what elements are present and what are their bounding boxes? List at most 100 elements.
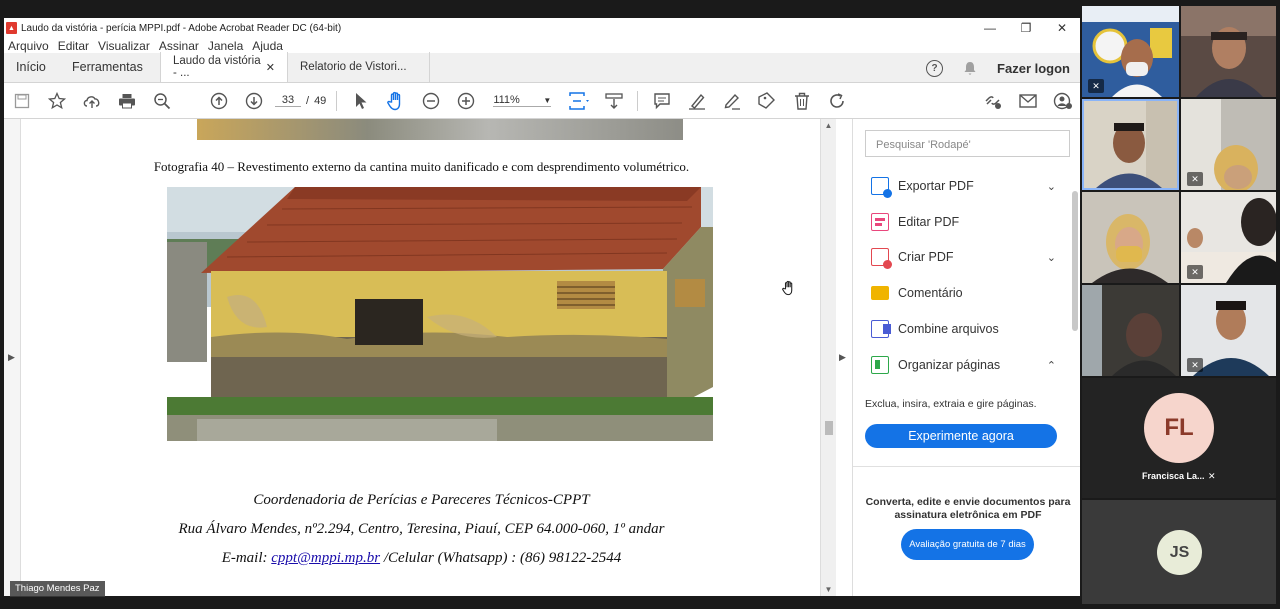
footer-organization: Coordenadoria de Perícias e Pareceres Té… xyxy=(253,492,590,508)
try-now-button[interactable]: Experimente agora xyxy=(865,424,1057,448)
organize-pages-description: Exclua, insira, extraia e gire páginas. xyxy=(865,398,1037,410)
menu-bar: Arquivo Editar Visualizar Assinar Janela… xyxy=(4,38,1080,53)
comment-icon[interactable] xyxy=(644,83,679,119)
menu-arquivo[interactable]: Arquivo xyxy=(8,39,49,53)
zoom-search-icon[interactable] xyxy=(144,83,179,119)
menu-visualizar[interactable]: Visualizar xyxy=(98,39,150,53)
tool-comment[interactable]: Comentário xyxy=(871,282,1056,304)
presenter-name-tag: Thiago Mendes Paz xyxy=(10,581,105,597)
muted-mic-icon: ✕ xyxy=(1187,265,1203,279)
minimize-button[interactable]: — xyxy=(972,18,1008,38)
fill-sign-icon[interactable] xyxy=(749,83,784,119)
avatar-fl: FL xyxy=(1144,393,1214,463)
previous-page-icon[interactable] xyxy=(201,83,236,119)
tool-combine-files[interactable]: Combine arquivos xyxy=(871,318,1056,340)
pdf-page: Fotografia 40 – Revestimento externo da … xyxy=(20,119,821,596)
footer-contact: E-mail: cppt@mppi.mp.br /Celular (Whatsa… xyxy=(21,550,820,567)
video-tile-2[interactable] xyxy=(1181,6,1276,97)
scroll-mode-icon[interactable] xyxy=(596,83,631,119)
tab-close-icon[interactable]: ✕ xyxy=(266,61,275,74)
notifications-bell-icon[interactable] xyxy=(963,61,977,76)
video-tile-8[interactable]: ✕ xyxy=(1181,285,1276,376)
tool-create-pdf[interactable]: Criar PDF ⌄ xyxy=(871,246,1056,269)
document-viewer[interactable]: ▶ Fotografia 40 – Revestimento externo d… xyxy=(4,119,836,596)
highlight-pen-icon[interactable] xyxy=(679,83,714,119)
hand-tool-icon[interactable] xyxy=(378,83,413,119)
building-photo xyxy=(167,187,713,441)
comment-tool-icon xyxy=(871,286,889,300)
menu-janela[interactable]: Janela xyxy=(208,39,243,53)
sign-pen-icon[interactable] xyxy=(714,83,749,119)
help-icon[interactable]: ? xyxy=(926,59,944,77)
chevron-up-icon[interactable]: ⌃ xyxy=(1047,359,1056,372)
zoom-level-dropdown[interactable]: 111% ▼ xyxy=(493,94,552,107)
menu-editar[interactable]: Editar xyxy=(58,39,89,53)
scroll-down-icon[interactable]: ▼ xyxy=(821,585,836,594)
right-panel-collapse-icon[interactable]: ▶ xyxy=(839,352,846,363)
email-envelope-icon[interactable] xyxy=(1010,83,1045,119)
footer-email-label: E-mail: xyxy=(221,550,268,566)
save-icon[interactable] xyxy=(4,83,39,119)
tools-panel-scrollbar[interactable] xyxy=(1071,181,1079,465)
zoom-level-value: 111% xyxy=(493,94,520,106)
acrobat-window: ▲ Laudo da vistória - perícia MPPI.pdf -… xyxy=(4,18,1080,596)
tools-panel-scroll-thumb[interactable] xyxy=(1072,191,1078,331)
tool-export-pdf[interactable]: Exportar PDF ⌄ xyxy=(871,175,1056,198)
sign-in-button[interactable]: Fazer logon xyxy=(997,61,1070,76)
next-page-icon[interactable] xyxy=(236,83,271,119)
video-tile-1[interactable]: ✕ xyxy=(1082,6,1179,97)
promo-text: Converta, edite e envie documentos para … xyxy=(865,496,1071,521)
select-pointer-icon[interactable] xyxy=(343,83,378,119)
add-user-icon[interactable] xyxy=(1045,83,1080,119)
link-share-icon[interactable] xyxy=(975,83,1010,119)
video-tile-4[interactable]: ✕ xyxy=(1181,99,1276,190)
document-scrollbar[interactable]: ▲ ▼ xyxy=(821,119,836,596)
video-tile-active-speaker[interactable] xyxy=(1082,99,1179,190)
tool-edit-pdf[interactable]: Editar PDF xyxy=(871,211,1056,233)
current-page-input[interactable]: 33 xyxy=(275,94,301,107)
tab-document-laudo[interactable]: Laudo da vistória - ... ✕ xyxy=(160,52,288,82)
video-tile-js[interactable]: JS xyxy=(1082,500,1276,604)
left-panel-expand-icon[interactable]: ▶ xyxy=(8,352,15,363)
scroll-up-icon[interactable]: ▲ xyxy=(821,121,836,130)
zoom-out-icon[interactable] xyxy=(413,83,448,119)
scrollbar-thumb[interactable] xyxy=(825,421,833,435)
footer-email-link[interactable]: cppt@mppi.mp.br xyxy=(271,550,380,566)
muted-mic-icon: ✕ xyxy=(1208,471,1216,481)
video-tile-7[interactable] xyxy=(1082,285,1179,376)
delete-trash-icon[interactable] xyxy=(784,83,819,119)
chevron-down-icon[interactable]: ⌄ xyxy=(1047,251,1056,264)
menu-ajuda[interactable]: Ajuda xyxy=(252,39,283,53)
avatar-fl-initials: FL xyxy=(1164,414,1194,441)
video-tile-5[interactable] xyxy=(1082,192,1179,283)
create-pdf-icon xyxy=(871,248,892,269)
maximize-button[interactable]: ❐ xyxy=(1008,18,1044,38)
menu-assinar[interactable]: Assinar xyxy=(159,39,199,53)
title-bar: ▲ Laudo da vistória - perícia MPPI.pdf -… xyxy=(4,18,1080,38)
total-pages: 49 xyxy=(314,94,327,107)
upload-cloud-icon[interactable] xyxy=(74,83,109,119)
muted-mic-icon: ✕ xyxy=(1187,172,1203,186)
zoom-in-icon[interactable] xyxy=(448,83,483,119)
close-window-button[interactable]: ✕ xyxy=(1044,18,1080,38)
tools-search-input[interactable]: Pesquisar 'Rodapé' xyxy=(865,130,1070,157)
edit-pdf-icon xyxy=(871,213,889,231)
video-tile-6[interactable]: ✕ xyxy=(1181,192,1276,283)
rotate-icon[interactable] xyxy=(819,83,854,119)
pdf-app-icon: ▲ xyxy=(6,22,17,34)
bookmark-star-icon[interactable] xyxy=(39,83,74,119)
avatar-js: JS xyxy=(1157,530,1202,575)
video-tile-francisca[interactable]: FL Francisca La... ✕ xyxy=(1082,378,1276,498)
chevron-down-icon[interactable]: ⌄ xyxy=(1047,180,1056,193)
tab-tools[interactable]: Ferramentas xyxy=(60,52,160,82)
tab-document-relatorio[interactable]: Relatorio de Vistori... xyxy=(288,52,430,82)
fit-page-icon[interactable] xyxy=(561,83,596,119)
tool-export-pdf-label: Exportar PDF xyxy=(898,179,974,193)
free-trial-button[interactable]: Avaliação gratuita de 7 dias xyxy=(901,529,1034,560)
photo-caption: Fotografia 40 – Revestimento externo da … xyxy=(153,159,690,174)
muted-mic-icon: ✕ xyxy=(1088,79,1104,93)
print-icon[interactable] xyxy=(109,83,144,119)
tab-home[interactable]: Início xyxy=(4,52,60,82)
footer-address: Rua Álvaro Mendes, nº2.294, Centro, Tere… xyxy=(178,521,665,537)
tool-organize-pages[interactable]: Organizar páginas ⌃ xyxy=(871,354,1056,376)
